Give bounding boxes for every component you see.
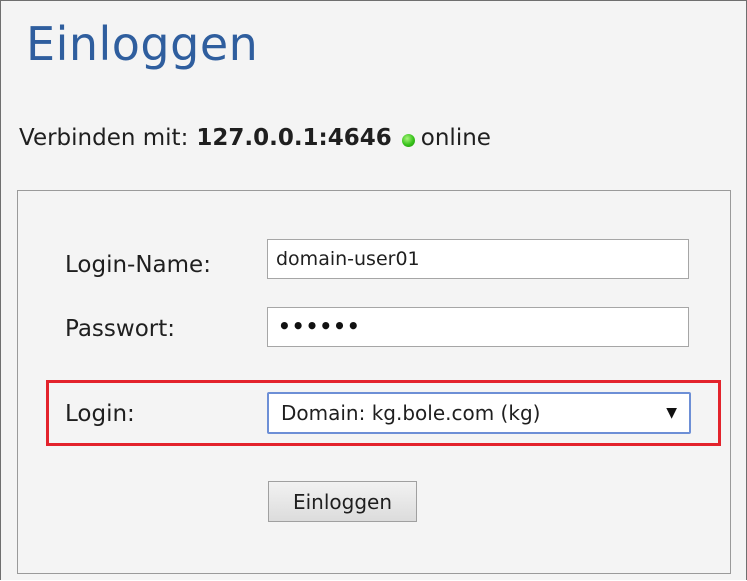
connection-label: Verbinden mit:	[19, 125, 189, 151]
login-type-selected-value: Domain: kg.bole.com (kg)	[281, 401, 541, 425]
connection-status-text: online	[420, 125, 491, 151]
password-label: Passwort:	[65, 316, 176, 342]
connection-status: Verbinden mit: 127.0.0.1:4646 online	[19, 125, 491, 151]
connection-host: 127.0.0.1:4646	[196, 125, 392, 151]
password-input[interactable]: ••••••	[267, 307, 689, 347]
login-name-input[interactable]	[267, 239, 689, 279]
login-type-select[interactable]: Domain: kg.bole.com (kg) ▼	[267, 392, 691, 434]
login-type-label: Login:	[65, 401, 135, 427]
online-status-icon	[401, 133, 415, 147]
login-name-label: Login-Name:	[65, 252, 211, 278]
page-title: Einloggen	[26, 17, 259, 71]
login-button[interactable]: Einloggen	[268, 481, 417, 522]
dropdown-arrow-icon[interactable]: ▼	[666, 405, 677, 421]
login-window: Einloggen Verbinden mit: 127.0.0.1:4646 …	[0, 0, 747, 580]
